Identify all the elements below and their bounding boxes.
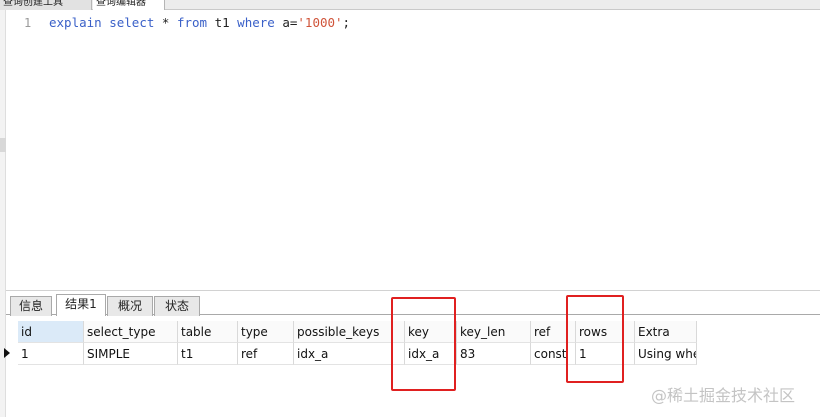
annotation-box-rows <box>566 295 624 383</box>
column-header[interactable]: key_len <box>457 321 531 343</box>
column-header[interactable]: table <box>178 321 238 343</box>
watermark: @稀土掘金技术社区 <box>651 386 796 405</box>
table-cell[interactable]: ref <box>238 343 294 365</box>
code-token-plain: a= <box>274 15 298 30</box>
table-cell[interactable]: Using whe <box>635 343 697 365</box>
table-cell[interactable]: idx_a <box>294 343 405 365</box>
code-token-kw: select <box>109 15 155 30</box>
code-token-plain: t1 <box>207 15 238 30</box>
code-token-kw: from <box>176 15 208 30</box>
code-token-kw: where <box>237 15 275 30</box>
table-cell[interactable]: SIMPLE <box>84 343 178 365</box>
code-token-plain: ; <box>342 15 351 30</box>
column-header[interactable]: Extra <box>635 321 697 343</box>
sql-editor[interactable]: 1 explain select * from t1 where a='1000… <box>6 10 820 290</box>
tab-query-builder[interactable]: 查询创建工具 <box>0 0 92 10</box>
annotation-box-key <box>391 297 456 391</box>
tab-result1[interactable]: 结果1 <box>56 294 106 316</box>
code-token-plain: * <box>154 15 177 30</box>
code-token-kw: explain <box>49 15 102 30</box>
tab-info[interactable]: 信息 <box>10 296 52 316</box>
tab-profile[interactable]: 概况 <box>107 296 153 316</box>
code-line[interactable]: explain select * from t1 where a='1000'; <box>49 15 350 30</box>
table-cell[interactable]: 83 <box>457 343 531 365</box>
table-cell[interactable]: t1 <box>178 343 238 365</box>
query-tab-strip: 查询创建工具 查询编辑器 <box>0 0 820 10</box>
current-row-arrow-icon <box>4 348 10 358</box>
tab-query-editor[interactable]: 查询编辑器 <box>93 0 165 10</box>
line-number: 1 <box>24 16 32 30</box>
table-cell[interactable]: 1 <box>18 343 84 365</box>
column-header[interactable]: possible_keys <box>294 321 405 343</box>
tab-status[interactable]: 状态 <box>154 296 200 316</box>
column-header[interactable]: type <box>238 321 294 343</box>
code-token-str: '1000' <box>297 15 343 30</box>
column-header[interactable]: id <box>18 321 84 343</box>
column-header[interactable]: select_type <box>84 321 178 343</box>
